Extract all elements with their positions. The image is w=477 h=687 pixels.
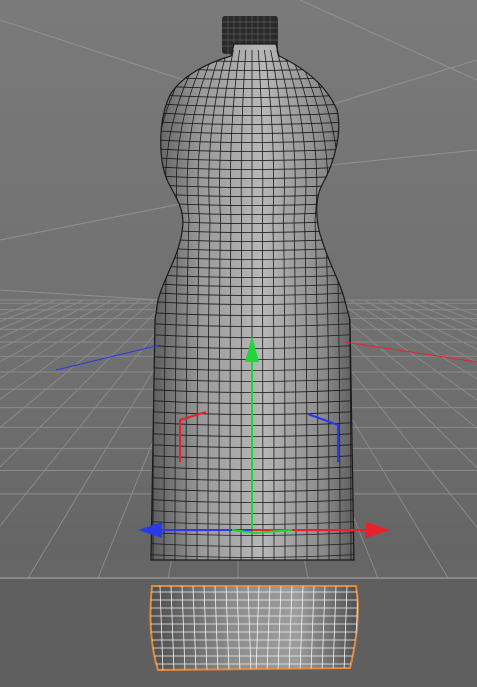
gizmo-z-arrow[interactable] — [138, 522, 162, 538]
world-x-axis-line — [344, 341, 477, 363]
bottle-base-selected[interactable] — [140, 585, 370, 672]
3d-viewport[interactable] — [0, 0, 477, 687]
gizmo-x-arrow[interactable] — [366, 522, 390, 538]
